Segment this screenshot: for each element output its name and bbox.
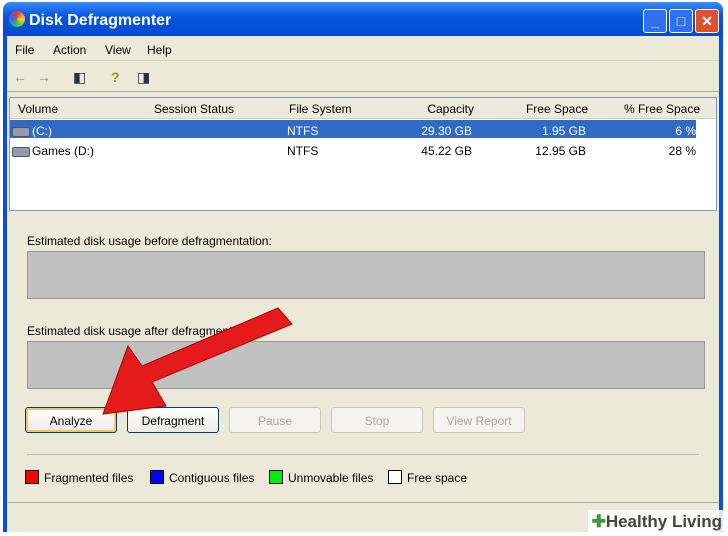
red-arrow-annotation xyxy=(102,307,293,415)
watermark-logo: ✚Healthy Living xyxy=(587,510,726,534)
